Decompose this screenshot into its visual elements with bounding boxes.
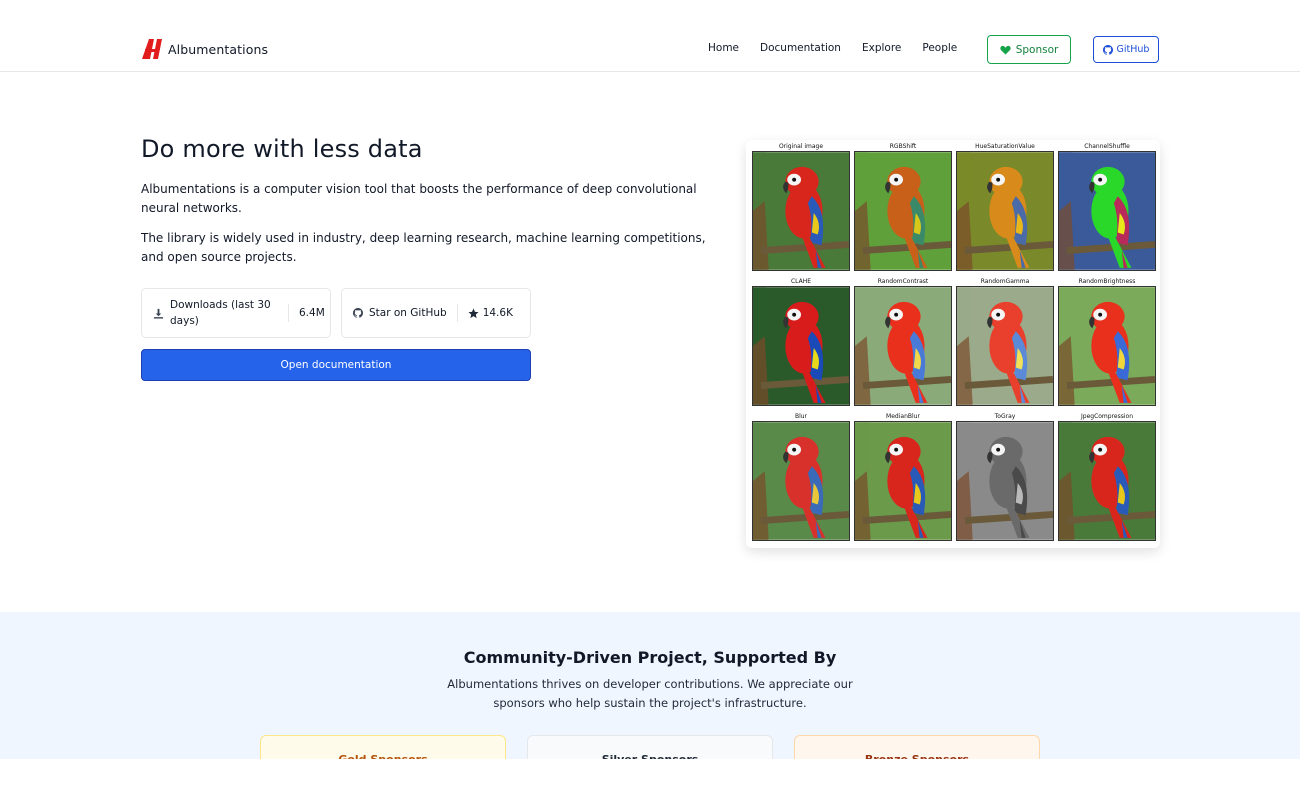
augmentation-example: Blur: [752, 412, 850, 541]
augmentation-example: Original image: [752, 142, 850, 271]
augmentation-label: JpegCompression: [1080, 413, 1133, 420]
albumentations-logo-icon: [142, 39, 162, 59]
parrot-image: [956, 286, 1054, 406]
parrot-image: [1058, 151, 1156, 271]
github-stars-value: 14.6K: [482, 307, 513, 319]
augmentation-example: RGBShift: [854, 142, 952, 271]
heart-icon: [1000, 45, 1011, 55]
gold-sponsors-card: Gold Sponsors: [260, 735, 506, 759]
augmentation-example: ChannelShuffle: [1058, 142, 1156, 271]
download-icon: [153, 308, 164, 319]
divider: [288, 304, 289, 322]
downloads-label: Downloads (last 30 days): [170, 299, 271, 327]
augmentation-label: CLAHE: [790, 278, 812, 285]
github-star-stat[interactable]: Star on GitHub 14.6K: [341, 288, 531, 338]
augmentation-example: RandomGamma: [956, 277, 1054, 406]
parrot-image: [752, 151, 850, 271]
augmentation-example: RandomContrast: [854, 277, 952, 406]
community-description: Albumentations thrives on developer cont…: [447, 677, 853, 710]
sponsor-label: Sponsor: [1015, 43, 1059, 56]
site-header: Albumentations Home Documentation Explor…: [0, 0, 1300, 72]
github-icon: [353, 308, 363, 318]
parrot-image: [854, 151, 952, 271]
parrot-image: [752, 286, 850, 406]
augmentation-label: RandomGamma: [980, 278, 1030, 285]
silver-sponsors-card: Silver Sponsors: [527, 735, 773, 759]
brand-name: Albumentations: [168, 41, 269, 57]
community-section: Community-Driven Project, Supported By A…: [0, 612, 1300, 759]
community-title: Community-Driven Project, Supported By: [463, 648, 837, 667]
parrot-image: [1058, 421, 1156, 541]
star-on-github-label: Star on GitHub: [369, 307, 447, 319]
page-bottom: [0, 759, 1300, 788]
nav-home[interactable]: Home: [708, 42, 739, 54]
divider: [456, 304, 458, 322]
github-label: GitHub: [1116, 44, 1150, 55]
augmentation-label: MedianBlur: [886, 413, 920, 420]
bronze-sponsors-card: Bronze Sponsors: [794, 735, 1040, 759]
augmentation-example: MedianBlur: [854, 412, 952, 541]
augmentation-label: RandomBrightness: [1078, 278, 1136, 285]
augmentation-label: Blur: [794, 413, 808, 420]
hero-usage: The library is widely used in industry, …: [141, 231, 706, 264]
hero-description: Albumentations is a computer vision tool…: [141, 182, 697, 215]
star-icon: [468, 307, 479, 318]
parrot-image: [854, 421, 952, 541]
brand-logo[interactable]: Albumentations: [141, 38, 268, 60]
augmentation-label: HueSaturationValue: [975, 143, 1035, 150]
augmentation-examples-grid: Original image RGBShift HueSaturationValue…: [746, 140, 1160, 548]
augmentation-label: RGBShift: [889, 143, 917, 150]
downloads-value: 6.4M: [299, 307, 325, 319]
hero-title: Do more with less data: [141, 135, 423, 163]
open-documentation-button[interactable]: Open documentation: [141, 349, 531, 381]
augmentation-label: ToGray: [994, 413, 1016, 420]
augmentation-example: CLAHE: [752, 277, 850, 406]
nav-people[interactable]: People: [922, 42, 957, 54]
augmentation-example: ToGray: [956, 412, 1054, 541]
github-button[interactable]: GitHub: [1093, 36, 1159, 63]
augmentation-label: ChannelShuffle: [1084, 143, 1130, 150]
parrot-image: [1058, 286, 1156, 406]
parrot-image: [956, 151, 1054, 271]
augmentation-example: JpegCompression: [1058, 412, 1156, 541]
downloads-stat: Downloads (last 30 days) 6.4M: [141, 288, 331, 338]
augmentation-label: RandomContrast: [877, 278, 929, 285]
parrot-image: [956, 421, 1054, 541]
augmentation-example: RandomBrightness: [1058, 277, 1156, 406]
nav-documentation[interactable]: Documentation: [760, 42, 841, 54]
sponsor-button[interactable]: Sponsor: [987, 35, 1071, 64]
parrot-image: [854, 286, 952, 406]
parrot-image: [752, 421, 850, 541]
augmentation-example: HueSaturationValue: [956, 142, 1054, 271]
github-icon: [1102, 44, 1113, 55]
main-nav: Home Documentation Explore People: [708, 42, 957, 54]
nav-explore[interactable]: Explore: [862, 42, 901, 54]
augmentation-label: Original image: [778, 143, 824, 150]
